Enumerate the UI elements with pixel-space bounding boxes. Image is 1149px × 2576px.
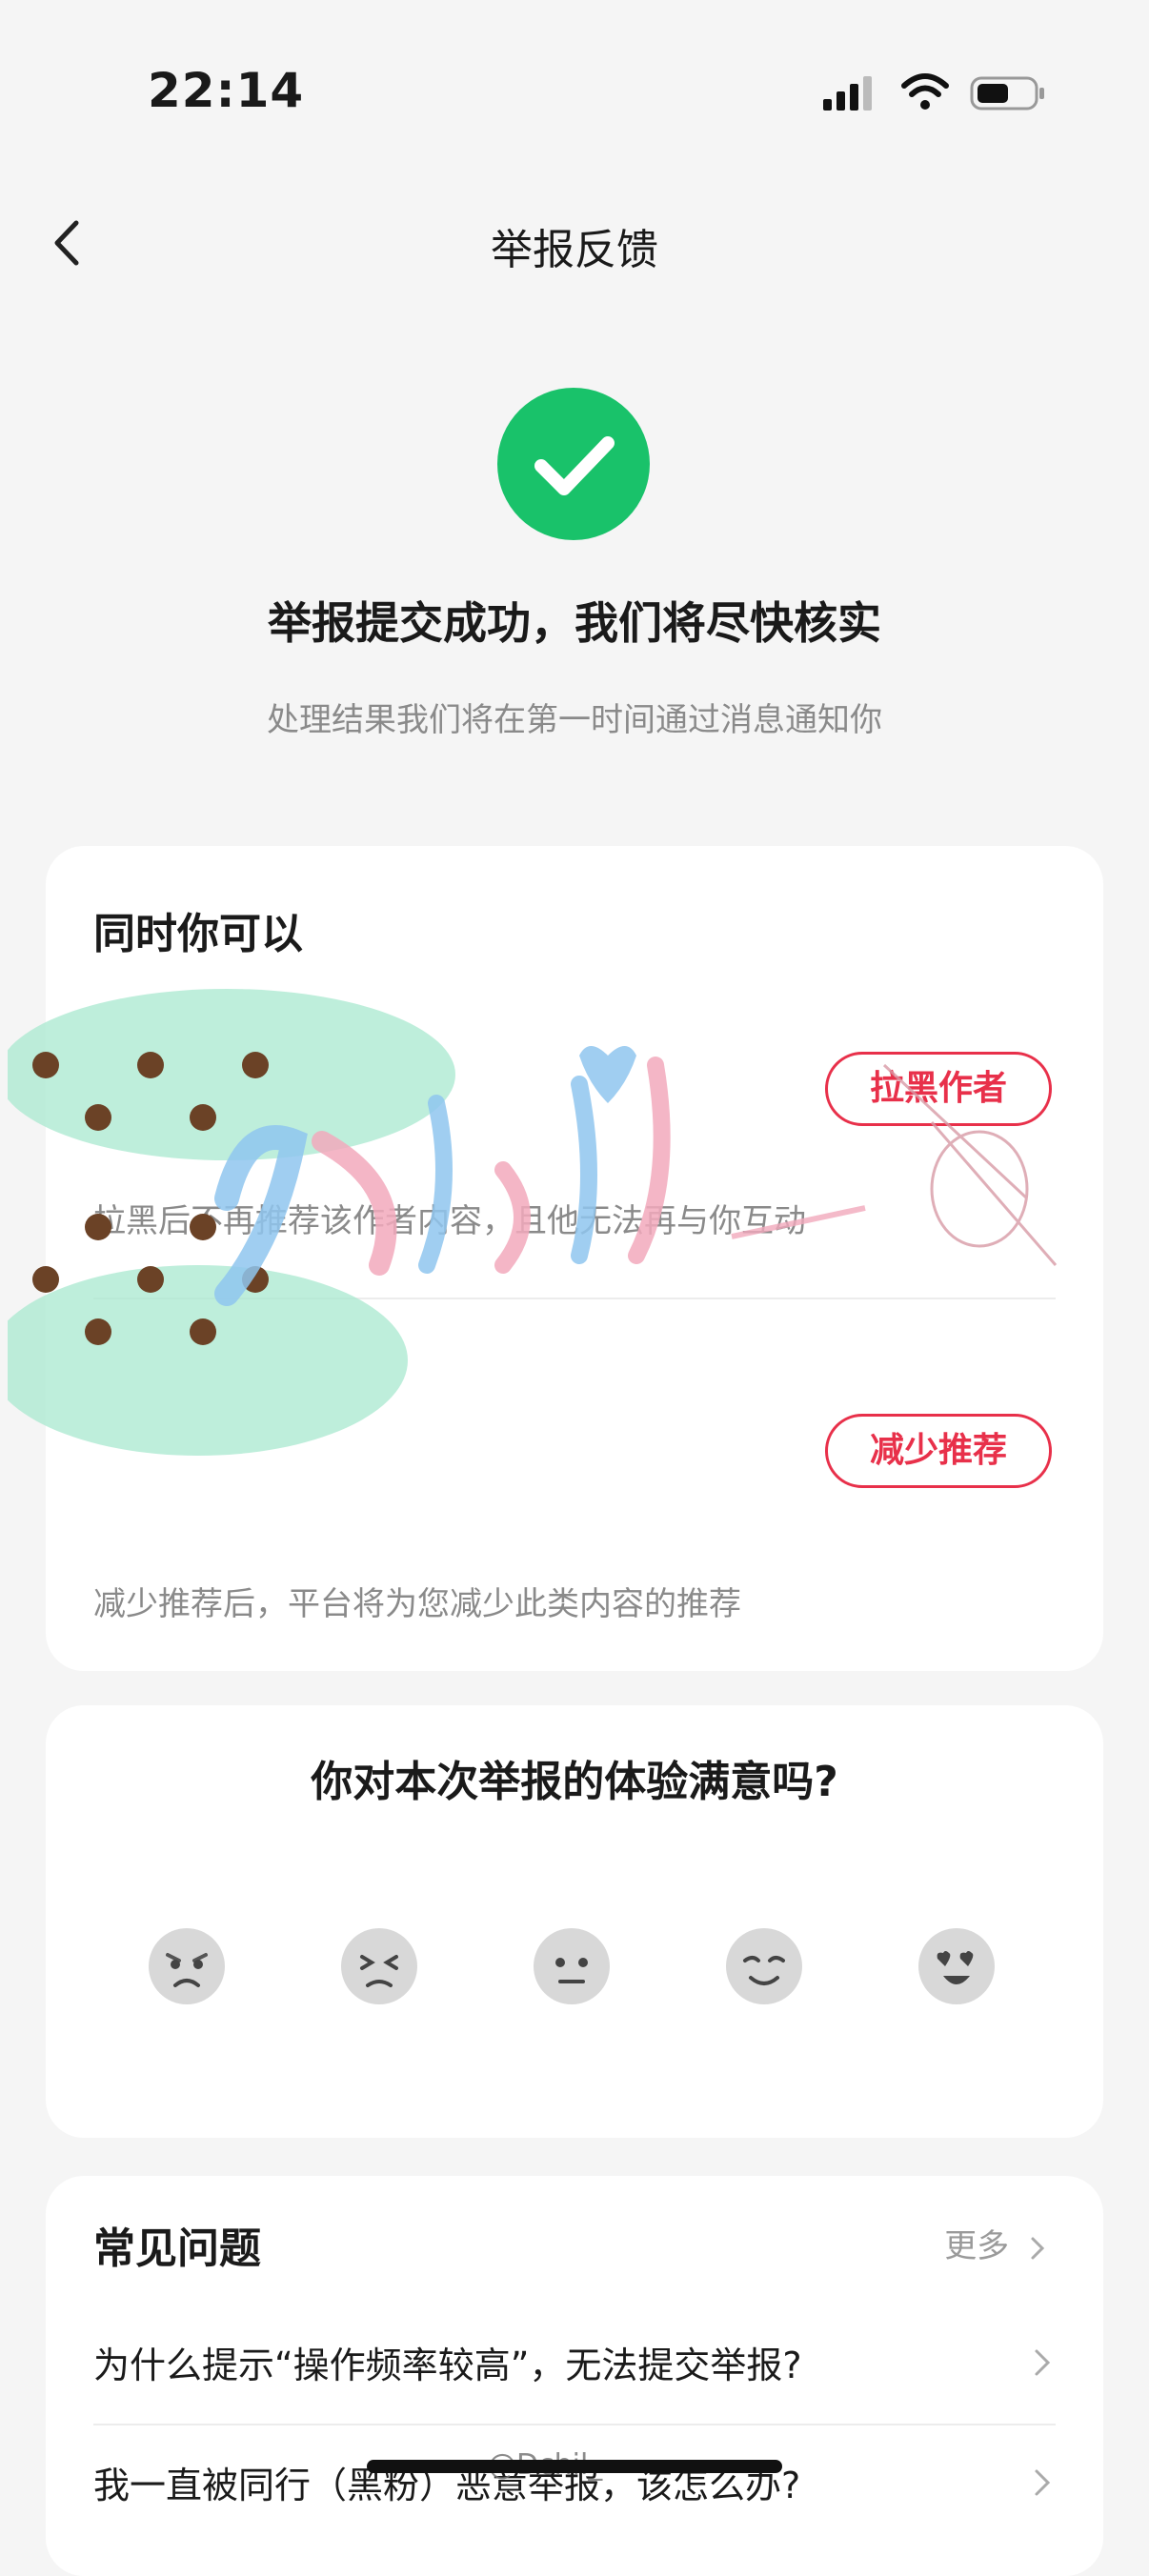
actions-card: 同时你可以 拉黑作者 拉黑后不再推荐该作者内容，且他无法再与你互动 减少推荐 减… [8,846,1103,1671]
dissatisfied-icon[interactable] [339,1926,419,2006]
faq-more-link[interactable]: 更多 [944,2220,1048,2266]
very-satisfied-icon[interactable] [917,1926,997,2006]
faq-more-label: 更多 [944,2227,1010,2265]
very-dissatisfied-icon[interactable] [147,1926,227,2006]
chevron-right-icon [1035,2469,1051,2496]
divider [93,2424,1056,2425]
reduce-recommendation-button[interactable]: 减少推荐 [825,1414,1052,1488]
nav-bar: 举报反馈 [0,191,1149,295]
battery-icon [970,76,1044,111]
divider [93,1298,1056,1299]
status-bar: 22:14 [0,0,1149,171]
reduce-recommendation-description: 减少推荐后，平台将为您减少此类内容的推荐 [93,1585,741,1623]
faq-item[interactable]: 为什么提示“操作频率较高”，无法提交举报? [93,2309,1056,2414]
chevron-right-icon [1031,2237,1045,2259]
status-time: 22:14 [148,63,305,118]
faq-card: 常见问题 更多 为什么提示“操作频率较高”，无法提交举报? 我一直被同行（黑粉）… [46,2176,1103,2576]
block-author-description: 拉黑后不再推荐该作者内容，且他无法再与你互动 [93,1202,806,1240]
rating-title: 你对本次举报的体验满意吗? [311,1758,838,1806]
block-author-button[interactable]: 拉黑作者 [825,1052,1052,1126]
page-title: 举报反馈 [491,226,658,274]
signal-icon [823,76,872,111]
satisfied-icon[interactable] [724,1926,804,2006]
neutral-icon[interactable] [532,1926,612,2006]
faq-title: 常见问题 [93,2224,261,2273]
success-subtitle: 处理结果我们将在第一时间通过消息通知你 [267,701,882,739]
chevron-right-icon [1035,2349,1051,2376]
wifi-icon [901,73,949,110]
actions-card-title: 同时你可以 [93,910,303,958]
rating-card: 你对本次举报的体验满意吗? [46,1705,1103,2138]
home-indicator[interactable] [367,2460,782,2473]
success-title: 举报提交成功，我们将尽快核实 [268,597,881,649]
success-check-icon [497,388,650,540]
faq-question: 为什么提示“操作频率较高”，无法提交举报? [93,2345,802,2386]
faq-item[interactable]: 我一直被同行（黑粉）恶意举报，该怎么办? [93,2429,1056,2534]
